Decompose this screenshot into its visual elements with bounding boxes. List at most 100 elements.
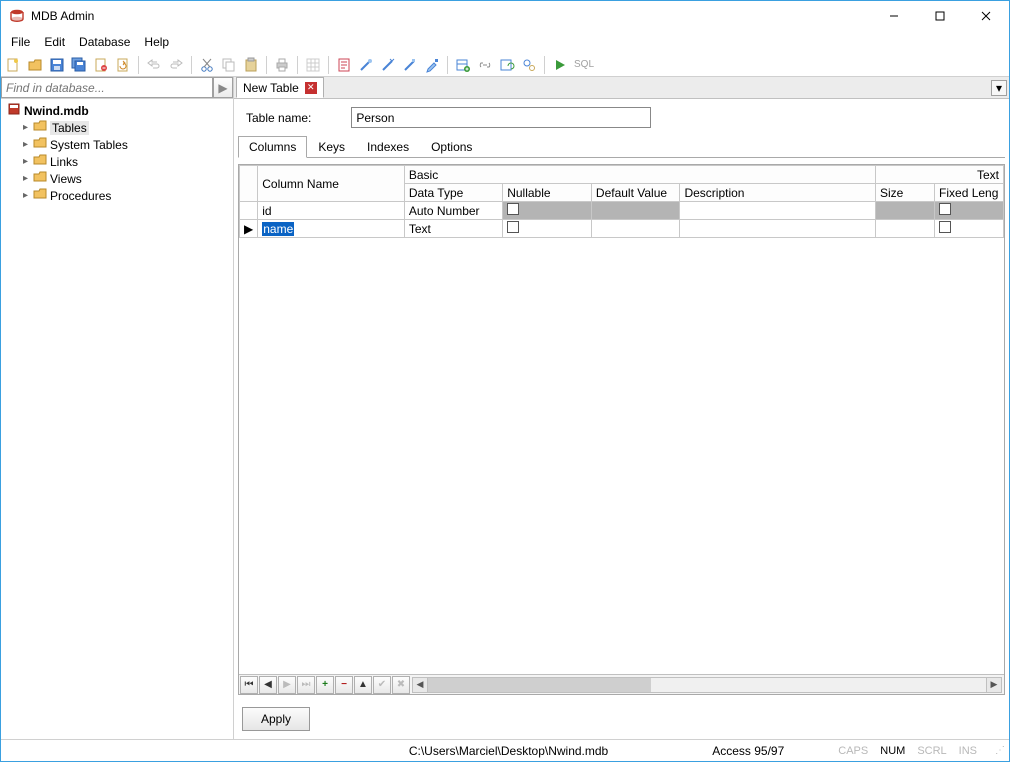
toolbar: SQL: [1, 53, 1009, 77]
nav-first-button[interactable]: ⏮: [240, 676, 258, 694]
cell-default[interactable]: [591, 202, 680, 220]
tb-wand3-icon[interactable]: [400, 55, 420, 75]
tb-cut-icon[interactable]: [197, 55, 217, 75]
hdr-description[interactable]: Description: [680, 184, 876, 202]
tabs-dropdown-icon[interactable]: ▾: [991, 80, 1007, 96]
expand-icon[interactable]: ▸: [21, 190, 30, 201]
status-num: NUM: [880, 745, 905, 757]
tree-item-system-tables[interactable]: ▸ System Tables: [17, 136, 231, 153]
tab-options[interactable]: Options: [420, 136, 483, 158]
row-marker: [240, 202, 258, 220]
tb-saveall-icon[interactable]: [69, 55, 89, 75]
menu-database[interactable]: Database: [73, 33, 136, 51]
folder-icon: [33, 136, 47, 153]
expand-icon[interactable]: ▸: [21, 173, 30, 184]
cell-description[interactable]: [680, 220, 876, 238]
tree-item-tables[interactable]: ▸ Tables: [17, 119, 231, 136]
nav-cancel-button[interactable]: ✖: [392, 676, 410, 694]
tb-open-icon[interactable]: [25, 55, 45, 75]
table-name-input[interactable]: [351, 107, 651, 128]
cell-col-name[interactable]: id: [258, 202, 405, 220]
nav-delete-button[interactable]: −: [335, 676, 353, 694]
menu-help[interactable]: Help: [138, 33, 175, 51]
expand-icon[interactable]: ▸: [21, 156, 30, 167]
table-row[interactable]: id Auto Number: [240, 202, 1004, 220]
cell-size[interactable]: [875, 202, 934, 220]
tree-item-links[interactable]: ▸ Links: [17, 153, 231, 170]
right-pane: New Table ✕ ▾ Table name: Columns Keys I…: [234, 77, 1009, 739]
table-row[interactable]: ▶ name Text: [240, 220, 1004, 238]
tb-grid-icon[interactable]: [303, 55, 323, 75]
tb-gears-icon[interactable]: [519, 55, 539, 75]
expand-icon[interactable]: ▸: [21, 122, 30, 133]
tb-redo-icon[interactable]: [166, 55, 186, 75]
tb-table-add-icon[interactable]: [453, 55, 473, 75]
tb-script-icon[interactable]: [334, 55, 354, 75]
minimize-button[interactable]: [871, 1, 917, 31]
status-engine: Access 95/97: [712, 744, 784, 758]
tb-copy-icon[interactable]: [219, 55, 239, 75]
menubar: File Edit Database Help: [1, 31, 1009, 53]
cell-data-type[interactable]: Auto Number: [404, 202, 502, 220]
cell-data-type[interactable]: Text: [404, 220, 502, 238]
tb-wand1-icon[interactable]: [356, 55, 376, 75]
expand-icon[interactable]: ▸: [21, 139, 30, 150]
tb-table-refresh-icon[interactable]: [497, 55, 517, 75]
tb-print-icon[interactable]: [272, 55, 292, 75]
tb-close-db-icon[interactable]: [91, 55, 111, 75]
tb-save-icon[interactable]: [47, 55, 67, 75]
nav-prev-button[interactable]: ◀: [259, 676, 277, 694]
hdr-fixed-len[interactable]: Fixed Leng: [935, 184, 1004, 202]
menu-edit[interactable]: Edit: [38, 33, 71, 51]
nav-add-button[interactable]: +: [316, 676, 334, 694]
cell-default[interactable]: [591, 220, 680, 238]
nav-last-button[interactable]: ⏭: [297, 676, 315, 694]
hdr-column-name[interactable]: Column Name: [258, 166, 405, 202]
object-tree[interactable]: Nwind.mdb ▸ Tables ▸ System Tables ▸ Lin…: [1, 99, 233, 739]
nav-ok-button[interactable]: ✔: [373, 676, 391, 694]
tree-db-node[interactable]: Nwind.mdb: [3, 102, 231, 119]
doc-tab-new-table[interactable]: New Table ✕: [236, 77, 324, 98]
tb-dropper-icon[interactable]: [422, 55, 442, 75]
tb-paste-icon[interactable]: [241, 55, 261, 75]
nav-next-button[interactable]: ▶: [278, 676, 296, 694]
tab-close-icon[interactable]: ✕: [305, 82, 317, 94]
cell-nullable[interactable]: [503, 202, 592, 220]
nav-edit-button[interactable]: ▲: [354, 676, 372, 694]
close-button[interactable]: [963, 1, 1009, 31]
hdr-size[interactable]: Size: [875, 184, 934, 202]
tab-keys[interactable]: Keys: [307, 136, 356, 158]
tb-link-icon[interactable]: [475, 55, 495, 75]
hdr-nullable[interactable]: Nullable: [503, 184, 592, 202]
cell-fixed-len[interactable]: [935, 220, 1004, 238]
resize-grip-icon[interactable]: ⋰: [989, 745, 1003, 756]
tree-item-procedures[interactable]: ▸ Procedures: [17, 187, 231, 204]
maximize-button[interactable]: [917, 1, 963, 31]
tree-label: System Tables: [50, 138, 128, 152]
cell-nullable[interactable]: [503, 220, 592, 238]
tab-columns[interactable]: Columns: [238, 136, 307, 158]
cell-fixed-len[interactable]: [935, 202, 1004, 220]
search-input[interactable]: [1, 77, 213, 98]
scroll-right-icon[interactable]: ▶: [986, 677, 1002, 693]
tb-new-icon[interactable]: [3, 55, 23, 75]
tab-indexes[interactable]: Indexes: [356, 136, 420, 158]
tree-item-views[interactable]: ▸ Views: [17, 170, 231, 187]
search-go-button[interactable]: ▶: [213, 77, 233, 98]
tb-run-icon[interactable]: [550, 55, 570, 75]
cell-col-name[interactable]: name: [258, 220, 405, 238]
tb-undo-icon[interactable]: [144, 55, 164, 75]
cell-size[interactable]: [875, 220, 934, 238]
status-scrl: SCRL: [917, 745, 946, 757]
menu-file[interactable]: File: [5, 33, 36, 51]
grid-hscrollbar[interactable]: ◀ ▶: [412, 677, 1002, 693]
hdr-data-type[interactable]: Data Type: [404, 184, 502, 202]
tb-refresh-db-icon[interactable]: [113, 55, 133, 75]
window-title: MDB Admin: [31, 9, 94, 23]
tree-label: Procedures: [50, 189, 111, 203]
apply-button[interactable]: Apply: [242, 707, 310, 731]
hdr-default[interactable]: Default Value: [591, 184, 680, 202]
tb-wand2-icon[interactable]: [378, 55, 398, 75]
cell-description[interactable]: [680, 202, 876, 220]
scroll-left-icon[interactable]: ◀: [412, 677, 428, 693]
